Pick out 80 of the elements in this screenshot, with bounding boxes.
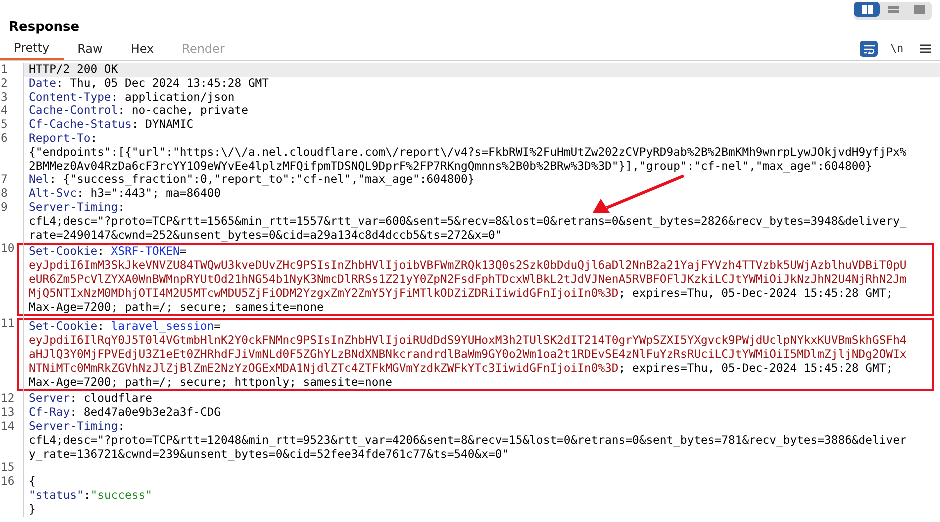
header-name: Nel [29,172,50,186]
json-value: "success" [90,488,152,502]
header-name: Server [29,391,70,406]
wrap-lines-button[interactable] [860,41,878,57]
line-number: 14 [1,420,15,434]
cookie-value: MjQ5NTIxNzM0MDhjOTI4M2U5MTcwMDU5ZjFiODM2YzgxZmY2ZmY5YjFiMTlkODZiZDRiIiwidGFnIjoiIn0%3D [29,286,619,300]
rows-layout-icon [888,5,898,14]
line-number: 6 [1,132,8,146]
code-text: : 8ed47a0e9b3e2a3f-CDG [70,405,222,420]
cookie-value: eyJpdiI6IlRqY0J5T0l4VGtmbHlnK2Y0ckFNMnc9PSIsInZhbHVlIjoiRUdDdS9YUHoxM3h2TUlSK2dIT214T0grYWpSZXI5YXgvck9PWjdUclpNYkxKUVBmSkhGSFh4 [29,333,907,348]
line-number: 15 [1,461,15,476]
line-number: 2 [1,76,8,91]
wrap-icon [864,44,874,54]
line-number: 16 [1,475,15,489]
code-text: } [29,502,36,516]
code-text: rate=2490147&cwnd=252&unsent_bytes=0&cid=a29a134c8d4dccb5&ts=272&x=0" [29,228,502,242]
code-text: : [118,418,126,433]
newline-toggle-button[interactable]: \n [888,41,906,57]
single-layout-icon [914,5,924,14]
header-name: Cf-Ray [29,405,70,420]
code-text: ; expires=Thu, 05-Dec-2024 15:45:28 GMT; [618,360,894,375]
tab[interactable]: Pretty [0,38,64,60]
code-text: : [90,130,98,145]
line-number: 5 [1,118,8,132]
cookie-name: laravel_session [111,319,214,334]
code-text: y_rate=136721&cwnd=239&unsent_bytes=0&cid=52fee34fde761c77&ts=540&x=0" [29,446,510,461]
tab[interactable]: Raw [64,38,117,60]
cookie-value: eyJpdiI6ImM3SkJkeVNVZU84TWQwU3kveDUvZHc9PSIsInZhbHVlIjoibVBFWmZRQk13Q0s2Szk0bDduQjl6aDl2NnB2a21YajFYVzh4TTVzbk5UWjAzblhuVDBiT0pU [29,258,907,272]
code-text: cfL4;desc="?proto=TCP&rtt=1565&min_rtt=1557&rtt_var=600&sent=5&recv=8&lost=0&retrans=0&sent_bytes=2826&recv_bytes=3948&delivery_ [29,214,907,228]
line-number: 8 [1,187,8,201]
code-text: ; expires=Thu, 05-Dec-2024 15:45:28 GMT; [618,286,894,300]
header-name: Server-Timing [29,418,118,433]
line-number: 11 [1,317,15,332]
header-name: Set-Cookie [29,244,98,258]
panel-title: Response [8,20,81,36]
code-text: = [214,319,222,334]
line-number: 4 [1,104,8,118]
code-text: : [84,488,91,502]
code-text: : [118,200,126,214]
cookie-value: NTNiMTc0MmRkZGVhNzJlZjBlZmE2NzYzOGExMDA1NjdlZTc4ZTFkMGVmYzdkZWFkYTc3IiwidGFnIjoiIn0%3D [29,360,619,375]
json-key: "status" [29,488,84,502]
line-number: 12 [1,392,15,406]
cookie-value: aHJlQ3Y0MjFPVEdjU3Z1eEt0ZHRhdFJiVmNLd0F5ZGhYLzBNdXNBNkcrandrdlBaWm9GY0o2Wm1oa2t1RDEvSE4zNlFuYzRsRUciLCJtYWMiOiI5MDlmZjljNDg2OWIx [29,346,907,361]
tab[interactable]: Hex [116,38,168,60]
code-text: cfL4;desc="?proto=TCP&rtt=12048&min_rtt=9523&rtt_var=4206&sent=8&recv=15&lost=0&retrans=0&sent_bytes=781&recv_bytes=3886&deliver [29,432,907,447]
code-text: {"endpoints":[{"url":"https:\/\/a.nel.cloudflare.com\/report\/v4?s=FkbRWI%2FuHmUtZw202zCVPyRD9ab%2B%2BmKMh9wnrpLywJOkjvdH9yfjPx% [29,144,907,159]
header-name: Report-To [29,130,91,145]
line-number: 1 [1,63,8,77]
code-text: : application/json [111,90,235,104]
header-name: Content-Type [29,90,112,104]
columns-layout-icon [862,5,872,14]
line-number: 10 [1,242,15,256]
code-text: : no-cache, private [118,103,248,118]
code-text: { [29,474,36,488]
code-text: 2BMMez0Av04RzDa6cF3rcYY1O9eWYvEe4lplzMFQifpmTDSNQL9DprF%2FP7RKngQmnns%2B0b%2BRw%3D%3D"}],"group":"cf-nel","max_age":604800} [29,158,873,173]
line-number: 3 [1,90,8,104]
code-text: : [98,319,106,334]
code-text: HTTP/2 200 OK [29,62,118,76]
header-name: Set-Cookie [29,319,98,334]
header-name: Server-Timing [29,200,118,214]
code-text: : Thu, 05 Dec 2024 13:45:28 GMT [56,76,270,90]
header-name: Cache-Control [29,103,118,118]
line-number: 7 [1,173,8,188]
header-name: Date [29,76,56,90]
code-text: : h3=":443"; ma=86400 [77,186,222,200]
code-text: : {"success_fraction":0,"report_to":"cf-nel","max_age":604800} [50,172,475,186]
cookie-value: eUR6Zm5PcVlZYXA0WnBWMnpRYUtOd21hNG54b1NyK3NmcDlRRSs1Z21yY0ZpN2FsdFphTDcxWlBkL2tJdVJNenA5RVBFOFlJKzkiLCJtYWMiOiJkNzJhN2U4NjRhN2Jm [29,272,907,286]
code-text: : [98,244,106,258]
line-number: 13 [1,406,15,420]
code-text: : cloudflare [70,391,152,406]
view-mode-button[interactable] [854,2,880,17]
cookie-name: XSRF-TOKEN [111,244,180,258]
code-text: : DYNAMIC [132,117,194,132]
menu-icon [920,44,930,54]
header-name: Cf-Cache-Status [29,117,132,132]
code-text: Max-Age=7200; path=/; secure; samesite=none [29,300,324,314]
code-text: Max-Age=7200; path=/; secure; httponly; samesite=none [29,374,392,389]
code-text: = [180,244,187,258]
header-name: Alt-Svc [29,186,78,200]
line-number: 9 [1,200,8,215]
